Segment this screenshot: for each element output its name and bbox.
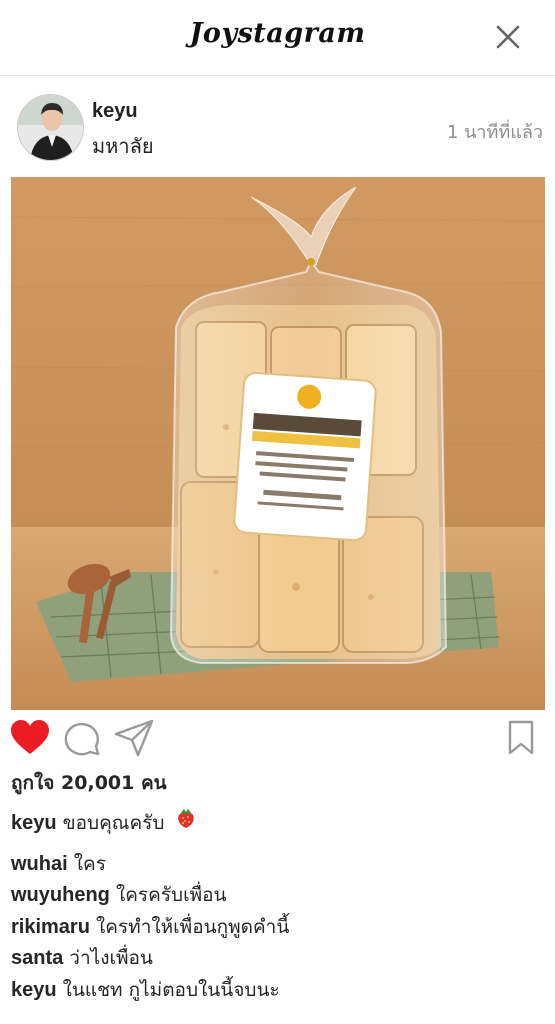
comment-item: santa ว่าไงเพื่อน	[11, 943, 545, 975]
comment-username[interactable]: rikimaru	[11, 916, 90, 938]
post-location[interactable]: มหาลัย	[92, 130, 154, 162]
comment-item: rikimaru ใครทำให้เพื่อนกูพูดคำนี้	[11, 912, 545, 944]
avatar[interactable]	[17, 94, 84, 161]
comment-text: ใครทำให้เพื่อนกูพูดคำนี้	[95, 915, 290, 938]
like-count[interactable]: ถูกใจ 20,001 คน	[11, 768, 167, 798]
comment-list: keyu ขอบคุณครับ wuhai ใคร wuyuheng ใครคร…	[11, 806, 545, 1006]
app-header: Joystagram	[0, 0, 555, 76]
send-icon	[114, 719, 154, 757]
share-button[interactable]	[112, 716, 156, 760]
close-icon	[496, 25, 520, 49]
comment-button[interactable]	[60, 716, 104, 760]
heart-icon	[11, 720, 49, 754]
comment-username[interactable]: keyu	[11, 979, 57, 1001]
close-button[interactable]	[493, 22, 523, 52]
comment-text: ใครครับเพื่อน	[115, 884, 227, 906]
post-actions	[0, 716, 555, 760]
comment-icon	[64, 722, 100, 756]
comment-item: keyu ในแชท กูไม่ตอบในนี้จบนะ	[11, 975, 545, 1007]
post-photo[interactable]	[11, 177, 545, 710]
comment-text: ว่าไงเพื่อน	[69, 947, 153, 969]
comment-text: ในแชท กูไม่ตอบในนี้จบนะ	[62, 978, 280, 1001]
comment-item: wuhai ใคร	[11, 849, 545, 881]
caption-username[interactable]: keyu	[11, 812, 57, 834]
bread-bag-photo	[11, 177, 545, 710]
comment-item: wuyuheng ใครครับเพื่อน	[11, 880, 545, 912]
post-timestamp: 1 นาทีที่แล้ว	[446, 122, 543, 143]
like-button[interactable]	[8, 716, 52, 760]
strawberry-icon	[174, 806, 198, 841]
bookmark-icon	[508, 720, 534, 755]
post-caption: keyu ขอบคุณครับ	[11, 806, 545, 841]
comment-username[interactable]: wuyuheng	[11, 884, 110, 906]
app-logo: Joystagram	[189, 18, 366, 49]
comment-username[interactable]: santa	[11, 947, 63, 969]
comment-text: ใคร	[73, 852, 106, 875]
save-button[interactable]	[500, 716, 544, 760]
post-header: keyu มหาลัย 1 นาทีที่แล้ว	[0, 90, 555, 166]
comment-username[interactable]: wuhai	[11, 853, 68, 875]
post-username[interactable]: keyu	[92, 100, 138, 123]
caption-text: ขอบคุณครับ	[62, 811, 165, 834]
